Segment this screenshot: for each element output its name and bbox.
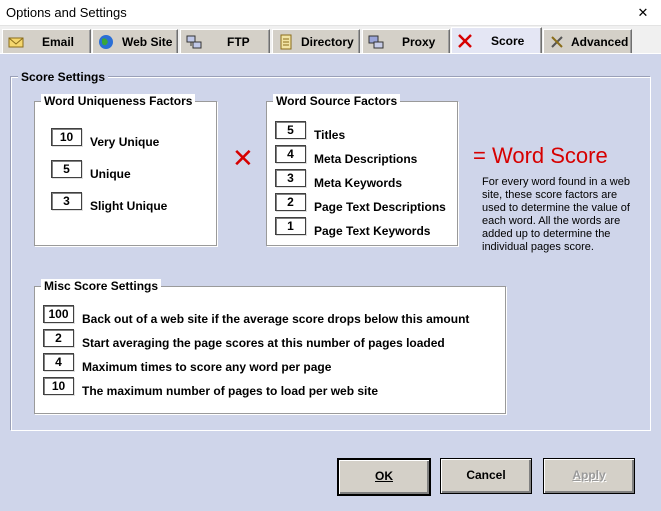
ok-button[interactable]: OK [337,458,431,496]
tools-icon [551,36,563,48]
word-score-title: = Word Score [473,143,608,168]
red-x-icon [458,34,472,48]
tab-email[interactable]: Email [2,29,91,53]
back-out-score-label: Back out of a web site if the average sc… [82,312,470,326]
tab-advanced[interactable]: Advanced [543,29,632,53]
page-text-keywords-label: Page Text Keywords [314,224,431,238]
page-text-keywords-input[interactable]: 1 [275,217,306,235]
globe-icon [99,35,113,49]
times-icon: ✕ [232,143,254,173]
start-averaging-input[interactable]: 2 [43,329,74,347]
cancel-button-label: Cancel [466,468,506,482]
apply-button[interactable]: Apply [543,458,635,494]
unique-label: Unique [90,167,131,181]
titles-input[interactable]: 5 [275,121,306,139]
tab-label: Score [491,34,525,48]
window-title: Options and Settings [6,5,127,20]
meta-descriptions-input[interactable]: 4 [275,145,306,163]
tab-web-site[interactable]: Web Site [92,29,178,53]
proxy-icon [368,35,384,49]
close-button[interactable]: ✕ [632,3,654,23]
misc-score-group: Misc Score Settings 100 Back out of a we… [34,279,506,414]
tab-label: Web Site [122,35,173,49]
word-uniqueness-legend: Word Uniqueness Factors [41,94,196,108]
max-times-score-label: Maximum times to score any word per page [82,360,332,374]
envelope-icon [8,37,24,48]
tab-label: FTP [227,35,250,49]
very-unique-input[interactable]: 10 [51,128,82,146]
word-score-description: For every word found in a web site, thes… [482,176,630,253]
meta-keywords-input[interactable]: 3 [275,169,306,187]
back-out-score-input[interactable]: 100 [43,305,74,323]
cancel-button[interactable]: Cancel [440,458,532,494]
score-settings-legend: Score Settings [18,70,109,84]
slight-unique-input[interactable]: 3 [51,192,82,210]
word-uniqueness-group: Word Uniqueness Factors 10 Very Unique 5… [34,94,217,246]
max-times-score-input[interactable]: 4 [43,353,74,371]
close-icon: ✕ [637,5,649,20]
max-pages-input[interactable]: 10 [43,377,74,395]
max-pages-label: The maximum number of pages to load per … [82,384,379,398]
ok-button-label: OK [375,469,393,483]
slight-unique-label: Slight Unique [90,199,168,213]
tab-score[interactable]: Score [451,27,542,54]
directory-icon [280,34,292,50]
meta-descriptions-label: Meta Descriptions [314,152,418,166]
page-text-descriptions-input[interactable]: 2 [275,193,306,211]
unique-input[interactable]: 5 [51,160,82,178]
word-source-legend: Word Source Factors [273,94,401,108]
apply-button-label: Apply [572,468,606,482]
very-unique-label: Very Unique [90,135,160,149]
page-text-descriptions-label: Page Text Descriptions [314,200,446,214]
titles-label: Titles [314,128,346,142]
title-bar: Options and Settings ✕ [0,0,661,26]
tab-ftp[interactable]: FTP [180,29,270,53]
meta-keywords-label: Meta Keywords [314,176,403,190]
tab-label: Proxy [402,35,436,49]
tab-directory[interactable]: Directory [272,29,360,53]
ftp-icon [186,35,202,49]
word-source-group: Word Source Factors 5 Titles 4 Meta Desc… [266,94,458,246]
tab-proxy[interactable]: Proxy [362,29,450,53]
tab-label: Directory [301,35,354,49]
start-averaging-label: Start averaging the page scores at this … [82,336,445,350]
misc-score-legend: Misc Score Settings [41,279,162,293]
tab-label: Advanced [571,35,629,49]
tab-label: Email [42,35,75,49]
